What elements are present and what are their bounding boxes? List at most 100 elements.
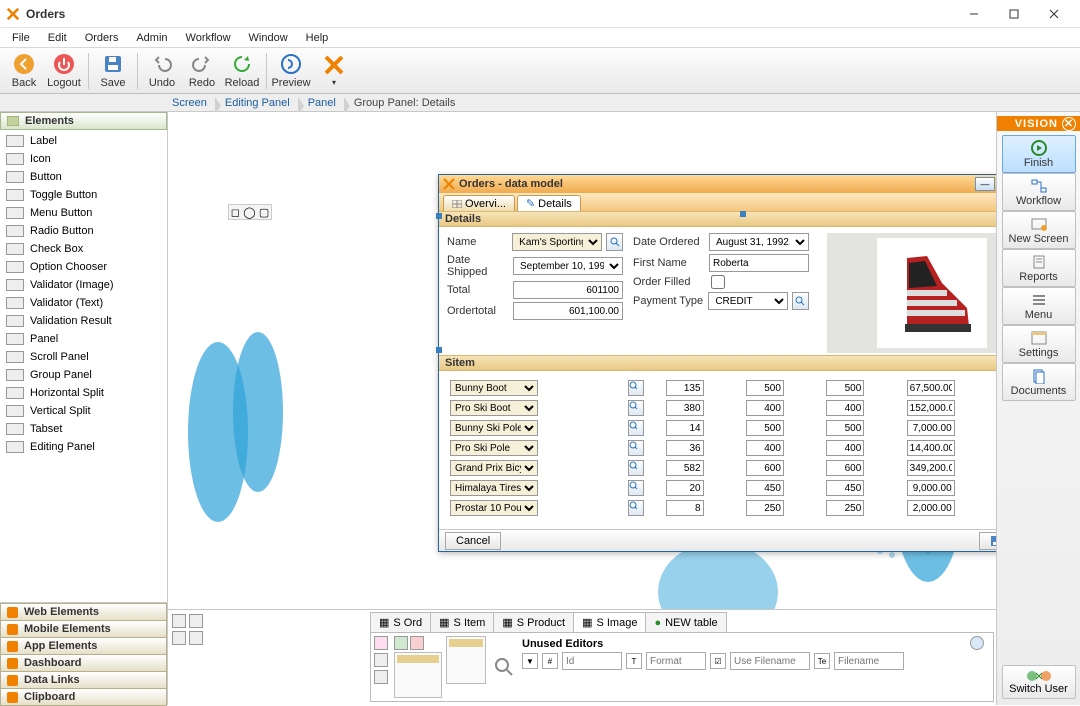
redo-button[interactable]: Redo: [182, 50, 222, 92]
item-amount-input[interactable]: [907, 380, 955, 396]
item-qty2-input[interactable]: [746, 460, 784, 476]
item-qty2-input[interactable]: [746, 480, 784, 496]
element-label[interactable]: Label: [0, 132, 167, 150]
element-group-panel[interactable]: Group Panel: [0, 366, 167, 384]
item-qty3-input[interactable]: [826, 440, 864, 456]
finish-button[interactable]: Finish: [1002, 135, 1076, 173]
save-button[interactable]: Save: [979, 532, 996, 550]
item-amount-input[interactable]: [907, 400, 955, 416]
documents-button[interactable]: Documents: [1002, 363, 1076, 401]
accordion-data-links[interactable]: Data Links: [0, 671, 167, 689]
design-canvas[interactable]: ◻◯▢ Orders - data model — ❐ ✕ Overvi... …: [168, 112, 996, 705]
menu-admin[interactable]: Admin: [128, 30, 175, 46]
order-filled-checkbox[interactable]: [711, 275, 725, 289]
cancel-button[interactable]: Cancel: [445, 532, 501, 550]
element-check-box[interactable]: Check Box: [0, 240, 167, 258]
edit-tool-icon[interactable]: [374, 636, 388, 650]
table-thumbnail[interactable]: [446, 636, 486, 684]
element-icon[interactable]: Icon: [0, 150, 167, 168]
payment-type-select[interactable]: CREDIT: [708, 292, 787, 310]
item-qty3-input[interactable]: [826, 460, 864, 476]
menu-button[interactable]: Menu: [1002, 287, 1076, 325]
tool-icon[interactable]: [172, 631, 186, 645]
menu-help[interactable]: Help: [298, 30, 337, 46]
crumb-panel[interactable]: Panel: [304, 97, 344, 109]
date-shipped-select[interactable]: September 10, 1992, 12:00: [513, 257, 623, 275]
item-name-select[interactable]: Grand Prix Bicycle: [450, 460, 538, 476]
tab-new-table[interactable]: ●NEW table: [645, 612, 726, 632]
format-field[interactable]: [646, 652, 706, 670]
element-editing-panel[interactable]: Editing Panel: [0, 438, 167, 456]
item-qty1-input[interactable]: [666, 420, 704, 436]
element-button[interactable]: Button: [0, 168, 167, 186]
element-radio-button[interactable]: Radio Button: [0, 222, 167, 240]
modal-minimize-button[interactable]: —: [975, 177, 995, 191]
element-tabset[interactable]: Tabset: [0, 420, 167, 438]
item-name-select[interactable]: Bunny Boot: [450, 380, 538, 396]
workflow-button[interactable]: Workflow: [1002, 173, 1076, 211]
switch-user-button[interactable]: Switch User: [1002, 665, 1076, 699]
menu-window[interactable]: Window: [241, 30, 296, 46]
back-button[interactable]: Back: [4, 50, 44, 92]
tool-icon[interactable]: [189, 614, 203, 628]
tab-s-ord[interactable]: ▦S Ord: [370, 612, 431, 632]
modal-titlebar[interactable]: Orders - data model — ❐ ✕: [439, 175, 996, 193]
element-option-chooser[interactable]: Option Chooser: [0, 258, 167, 276]
mini-toolbar[interactable]: ◻◯▢: [228, 204, 272, 220]
date-ordered-select[interactable]: August 31, 1992, 12:00 AM: [709, 233, 809, 251]
minimize-button[interactable]: [954, 1, 994, 27]
item-lookup-button[interactable]: [628, 380, 644, 396]
save-button[interactable]: Save: [93, 50, 133, 92]
elements-header[interactable]: Elements: [0, 112, 167, 130]
item-name-select[interactable]: Bunny Ski Pole: [450, 420, 538, 436]
item-qty3-input[interactable]: [826, 480, 864, 496]
item-amount-input[interactable]: [907, 440, 955, 456]
filename-field[interactable]: [834, 652, 904, 670]
logout-button[interactable]: Logout: [44, 50, 84, 92]
crumb-screen[interactable]: Screen: [168, 97, 215, 109]
item-name-select[interactable]: Himalaya Tires: [450, 480, 538, 496]
item-lookup-button[interactable]: [628, 400, 644, 416]
preview-button[interactable]: Preview: [271, 50, 311, 92]
item-qty2-input[interactable]: [746, 420, 784, 436]
crumb-editing-panel[interactable]: Editing Panel: [221, 97, 298, 109]
accordion-dashboard[interactable]: Dashboard: [0, 654, 167, 672]
item-qty3-input[interactable]: [826, 400, 864, 416]
ordertotal-input[interactable]: [513, 302, 623, 320]
item-lookup-button[interactable]: [628, 480, 644, 496]
accordion-app-elements[interactable]: App Elements: [0, 637, 167, 655]
element-menu-button[interactable]: Menu Button: [0, 204, 167, 222]
close-button[interactable]: [1034, 1, 1074, 27]
element-validator-text-[interactable]: Validator (Text): [0, 294, 167, 312]
tool-icon[interactable]: [172, 614, 186, 628]
visionx-button[interactable]: ▾: [311, 50, 357, 92]
edit-tool-icon[interactable]: [374, 653, 388, 667]
item-qty2-input[interactable]: [746, 380, 784, 396]
element-toggle-button[interactable]: Toggle Button: [0, 186, 167, 204]
info-icon[interactable]: [970, 636, 984, 650]
tab-s-image[interactable]: ▦S Image: [573, 612, 646, 632]
new-screen-button[interactable]: New Screen: [1002, 211, 1076, 249]
item-name-select[interactable]: Pro Ski Pole: [450, 440, 538, 456]
menu-orders[interactable]: Orders: [77, 30, 127, 46]
item-qty1-input[interactable]: [666, 500, 704, 516]
item-amount-input[interactable]: [907, 460, 955, 476]
menu-edit[interactable]: Edit: [40, 30, 75, 46]
tab-details[interactable]: ✎Details: [517, 195, 581, 211]
id-field[interactable]: [562, 652, 622, 670]
menu-file[interactable]: File: [4, 30, 38, 46]
payment-lookup-button[interactable]: [792, 292, 809, 310]
item-name-select[interactable]: Pro Ski Boot: [450, 400, 538, 416]
item-qty1-input[interactable]: [666, 380, 704, 396]
item-qty1-input[interactable]: [666, 480, 704, 496]
use-filename-field[interactable]: [730, 652, 810, 670]
item-qty3-input[interactable]: [826, 420, 864, 436]
reload-button[interactable]: Reload: [222, 50, 262, 92]
tool-icon[interactable]: [189, 631, 203, 645]
magnifier-icon[interactable]: [494, 657, 514, 677]
tab-overview[interactable]: Overvi...: [443, 195, 515, 211]
name-select[interactable]: Kam's Sporting Good: [512, 233, 602, 251]
item-lookup-button[interactable]: [628, 500, 644, 516]
table-thumbnail[interactable]: [394, 652, 442, 698]
item-qty1-input[interactable]: [666, 440, 704, 456]
